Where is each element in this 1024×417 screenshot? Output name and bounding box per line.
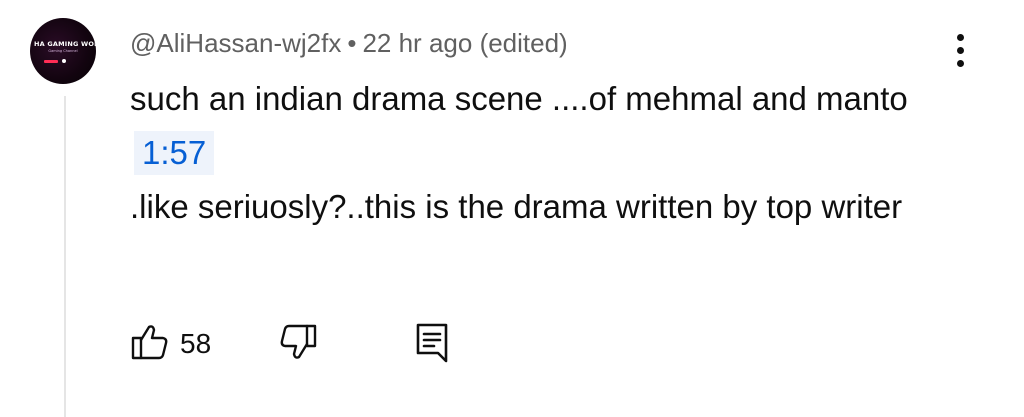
like-button[interactable]: 58 xyxy=(130,322,211,366)
comment-header: @AliHassan-wj2fx • 22 hr ago (edited) xyxy=(130,26,568,60)
thumbs-up-icon xyxy=(130,322,170,367)
comment-body: such an indian drama scene ....of mehmal… xyxy=(130,72,920,234)
avatar-dot xyxy=(62,59,66,63)
reply-icon xyxy=(412,320,452,369)
like-count: 58 xyxy=(180,328,212,359)
header-separator: • xyxy=(347,28,357,58)
comment-time[interactable]: 22 hr ago xyxy=(362,28,472,58)
more-vert-icon[interactable] xyxy=(950,34,972,70)
comment-text-part1: such an indian drama scene ....of mehmal… xyxy=(130,80,908,117)
comment-actions: 58 xyxy=(130,322,530,366)
reply-button[interactable] xyxy=(412,322,452,366)
avatar[interactable]: HA GAMING WORL Gaming Channel xyxy=(30,18,96,84)
dislike-button[interactable] xyxy=(278,322,318,366)
edited-label: (edited) xyxy=(479,28,568,58)
avatar-title: HA GAMING WORL xyxy=(34,40,96,48)
avatar-subtitle: Gaming Channel xyxy=(48,49,78,53)
author-name[interactable]: @AliHassan-wj2fx xyxy=(130,28,341,58)
avatar-accent xyxy=(44,60,58,63)
thread-line xyxy=(64,96,66,417)
comment-text-part2: .like seriuosly?..this is the drama writ… xyxy=(130,188,903,225)
timestamp-link[interactable]: 1:57 xyxy=(134,131,215,175)
thumbs-down-icon xyxy=(278,322,318,367)
